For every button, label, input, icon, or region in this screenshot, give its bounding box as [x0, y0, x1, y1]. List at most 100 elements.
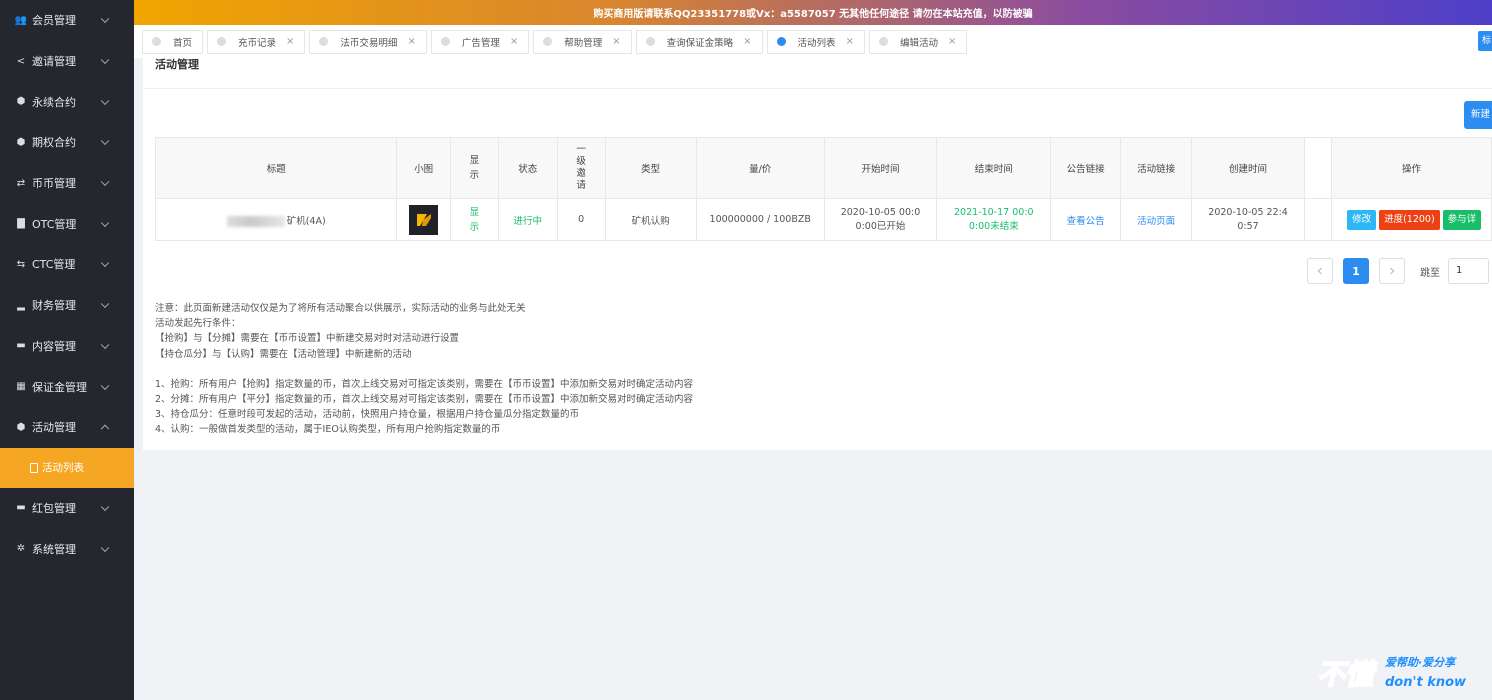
tab-status-dot	[645, 37, 655, 46]
cell-type: 矿机认购	[604, 198, 697, 241]
col-header-end-time: 结束时间	[936, 137, 1052, 199]
col-header-invite: 一级邀请	[556, 137, 606, 199]
svg-text:不懂: 不懂	[1317, 658, 1378, 691]
tab-status-dot	[440, 37, 450, 46]
sidebar-item-label: 保证金管理	[32, 380, 87, 394]
prev-page-button[interactable]	[1307, 258, 1333, 284]
action-button-1[interactable]: 进度(1200)	[1379, 209, 1440, 230]
tab-0[interactable]: 首页	[142, 29, 204, 54]
close-icon[interactable]: ×	[743, 36, 751, 47]
sidebar-item-8-side-top[interactable]: ▬ 内容管理	[0, 326, 134, 367]
close-icon[interactable]: ×	[846, 36, 854, 47]
tab-3[interactable]: 广告管理 ×	[430, 29, 530, 54]
tab-label: 广告管理	[461, 37, 500, 49]
close-icon[interactable]: ×	[286, 36, 294, 47]
sidebar-item-1-side-bottom[interactable]: ✲ 系统管理	[0, 528, 134, 569]
page-button-current[interactable]: 1	[1343, 258, 1369, 284]
col-header-start-time: 开始时间	[823, 137, 938, 199]
chevron-right-icon	[1390, 267, 1395, 275]
cell-title-text: 矿机(4A)	[286, 215, 326, 227]
sidebar-item-5-side-top[interactable]: ▇ OTC管理	[0, 203, 134, 244]
action-button-0[interactable]: 修改	[1347, 209, 1377, 230]
tab-7[interactable]: 编辑活动 ×	[868, 29, 968, 54]
jump-to-page-input[interactable]: 1	[1448, 258, 1489, 284]
cell-actions: 修改 进度(1200) 参与详	[1331, 198, 1492, 241]
col-header-spacer	[1303, 137, 1333, 199]
tab-status-dot	[152, 37, 161, 46]
divider	[143, 88, 1492, 89]
sliders-icon: ⇄	[16, 177, 26, 189]
tab-6[interactable]: 活动列表 ×	[766, 29, 865, 54]
chevron-down-icon	[100, 14, 110, 24]
sidebar-item-label: CTC管理	[32, 258, 76, 272]
sidebar-item-2-side-top[interactable]: ⬢ 永续合约	[0, 81, 134, 122]
tab-status-dot	[776, 37, 786, 46]
pagination: 1 跳至 1	[1307, 258, 1489, 284]
close-icon[interactable]: ×	[948, 36, 956, 47]
svg-text:don't know: don't know	[1385, 675, 1467, 690]
tab-2[interactable]: 法币交易明细 ×	[309, 29, 427, 54]
tab-label: 法币交易明细	[340, 37, 398, 49]
sidebar: 👥 会员管理 < 邀请管理 ⬢ 永续合约 ⬢ 期权合约 ⇄ 币币管理 ▇ OTC管理 ⇆ CTC管理 ▂ 财务…	[0, 0, 134, 700]
sidebar-item-1-side-top[interactable]: < 邀请管理	[0, 41, 134, 82]
activity-thumbnail[interactable]	[409, 204, 439, 235]
sidebar-item-7-side-top[interactable]: ▂ 财务管理	[0, 285, 134, 326]
close-icon[interactable]: ×	[612, 36, 620, 47]
sidebar-sub-item-activity-list[interactable]: 活动列表	[0, 447, 134, 488]
sidebar-item-4-side-top[interactable]: ⇄ 币币管理	[0, 163, 134, 204]
tab-label: 充币记录	[238, 37, 277, 49]
tab-bar-right-button[interactable]: 标	[1478, 31, 1492, 51]
svg-text:爱帮助·爱分享: 爱帮助·爱分享	[1385, 656, 1457, 669]
note-line	[155, 362, 693, 377]
col-header-qty-price: 量/价	[695, 137, 825, 199]
close-icon[interactable]: ×	[407, 36, 415, 47]
next-page-button[interactable]	[1379, 258, 1405, 284]
notice-link[interactable]: 查看公告	[1067, 216, 1105, 227]
tab-bar: 首页 充币记录 × 法币交易明细 × 广告管理 × 帮助管理 × 查询保证金策略 × 活动列表 × 编辑活…	[134, 25, 1492, 58]
col-header-created: 创建时间	[1191, 137, 1305, 199]
tab-status-dot	[217, 37, 227, 46]
col-header-thumbnail: 小图	[396, 137, 451, 199]
chart-icon: ▂	[17, 299, 25, 311]
action-button-2[interactable]: 参与详	[1442, 209, 1482, 230]
note-line: 1、抢购：所有用户【抢购】指定数量的币，首次上线交易对可指定该类别，需要在【币币…	[155, 378, 694, 390]
watermark-logo-icon: 不懂 爱帮助·爱分享 don't know	[1316, 656, 1467, 692]
sidebar-item-9-side-top[interactable]: ▦ 保证金管理	[0, 366, 134, 407]
tab-label: 活动列表	[797, 37, 836, 49]
cell-start-time: 2020-10-05 00:00:00已开始	[823, 198, 938, 241]
close-icon[interactable]: ×	[510, 36, 518, 47]
top-banner: 购买商用版请联系QQ23351778或Vx：a5587057 无其他任何途径 请…	[134, 0, 1492, 25]
cell-activity-link: 活动页面	[1119, 198, 1193, 241]
cell-created: 2020-10-05 22:40:57	[1191, 198, 1305, 241]
cell-thumbnail	[396, 198, 451, 241]
briefcase-icon: ▇	[17, 218, 25, 230]
page-title: 活动管理	[155, 58, 199, 71]
new-activity-button[interactable]: 新建	[1464, 101, 1492, 129]
sidebar-item-label: 永续合约	[32, 95, 76, 109]
tab-1[interactable]: 充币记录 ×	[207, 29, 306, 54]
sidebar-item-0-side-top[interactable]: 👥 会员管理	[0, 0, 134, 41]
tab-label: 帮助管理	[564, 37, 603, 49]
sidebar-item-label: 活动管理	[32, 421, 76, 435]
keyboard-icon: ▦	[16, 381, 26, 393]
col-header-title: 标题	[154, 137, 398, 199]
cell-status: 进行中	[497, 198, 558, 241]
sidebar-item-3-side-top[interactable]: ⬢ 期权合约	[0, 122, 134, 163]
sidebar-item-10-side-top[interactable]: ⬢ 活动管理	[0, 407, 134, 448]
tab-label: 首页	[173, 37, 193, 49]
share-icon: <	[16, 55, 26, 67]
chevron-down-icon	[100, 136, 110, 146]
status-badge: 进行中	[513, 215, 543, 227]
document-icon	[30, 462, 38, 473]
tab-4[interactable]: 帮助管理 ×	[533, 29, 632, 54]
activity-page-link[interactable]: 活动页面	[1137, 216, 1175, 227]
sidebar-item-0-side-bottom[interactable]: ▬ 红包管理	[0, 488, 134, 529]
jump-to-label: 跳至	[1420, 267, 1440, 279]
users-icon: 👥	[14, 14, 28, 26]
exchange-icon: ⇆	[16, 258, 26, 270]
chevron-down-icon	[100, 340, 110, 349]
sidebar-item-6-side-top[interactable]: ⇆ CTC管理	[0, 244, 134, 285]
col-header-show-text: 显示	[469, 155, 480, 181]
tab-5[interactable]: 查询保证金策略 ×	[635, 29, 763, 54]
cell-end-time: 2021-10-17 00:00:00未结束	[936, 198, 1052, 241]
